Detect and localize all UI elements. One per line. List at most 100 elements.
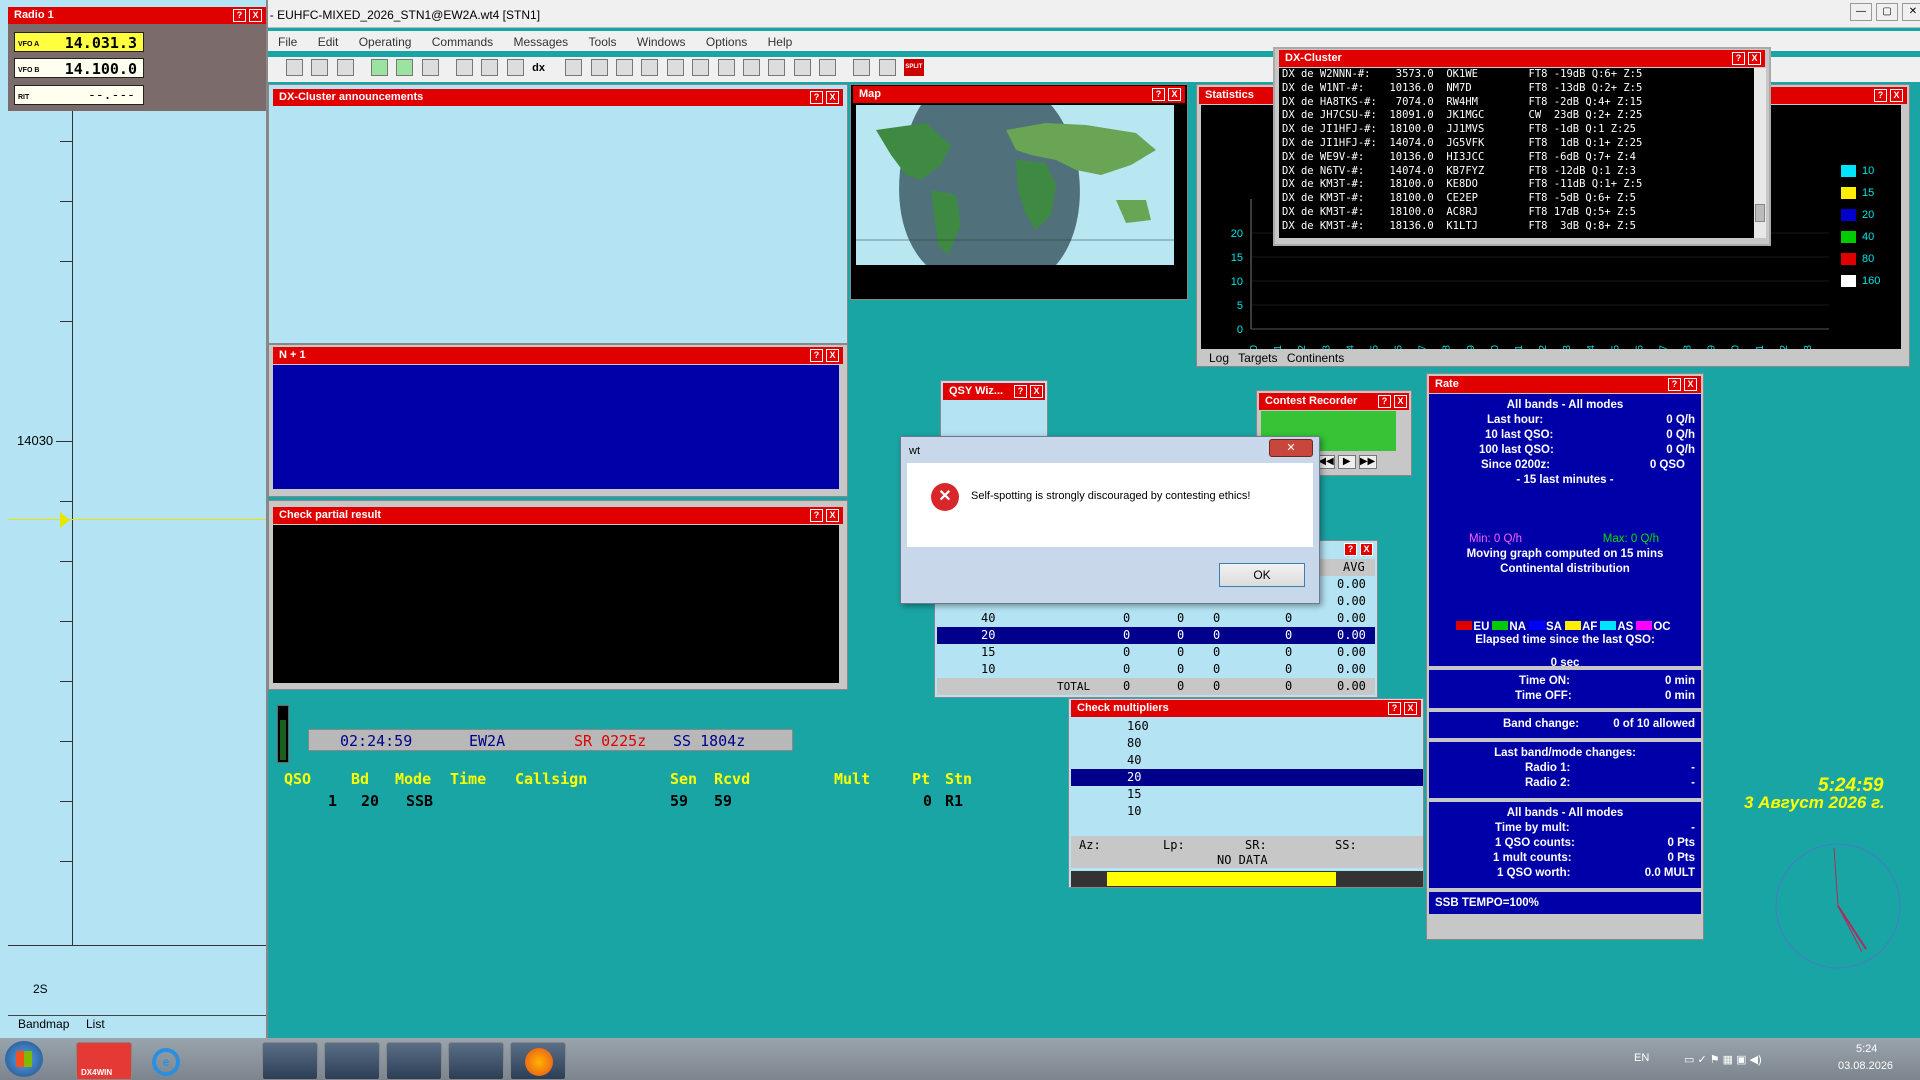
open-folder-icon[interactable] <box>311 59 329 76</box>
dx-cluster-row[interactable]: DX de KM3T-#: 18100.0 CE2EP FT8 -5dB Q:6… <box>1282 192 1754 206</box>
menu-commands[interactable]: Commands <box>432 35 493 49</box>
dx-cluster-list[interactable]: DX de W2NNN-#: 3573.0 OK1WE FT8 -19dB Q:… <box>1279 68 1754 238</box>
close-icon[interactable]: X <box>1030 385 1043 398</box>
close-icon[interactable]: X <box>1360 543 1373 556</box>
monitor-icon[interactable] <box>641 59 659 76</box>
save-icon[interactable] <box>336 59 354 76</box>
dx-cluster-row[interactable]: DX de KM3T-#: 18100.0 AC8RJ FT8 17dB Q:5… <box>1282 206 1754 220</box>
tab-continents[interactable]: Continents <box>1287 351 1344 365</box>
help-icon[interactable]: ? <box>810 349 823 362</box>
bell-icon[interactable] <box>692 59 710 76</box>
menu-windows[interactable]: Windows <box>637 35 686 49</box>
chart-icon[interactable] <box>717 59 735 76</box>
dx-cluster-row[interactable]: DX de N6TV-#: 14074.0 KB7FYZ FT8 -12dB Q… <box>1282 165 1754 179</box>
close-icon[interactable]: X <box>1684 378 1697 391</box>
taskbar-wt1[interactable] <box>262 1042 318 1080</box>
close-icon[interactable]: X <box>1890 89 1903 102</box>
band-table-row[interactable]: 40 0 0 0 0 0.00 <box>937 610 1375 627</box>
mult-band-list[interactable]: 160 80 40 20 15 10 <box>1071 718 1423 820</box>
taskbar-tool-icon[interactable] <box>202 1042 258 1080</box>
rit[interactable]: RIT --.--- <box>14 85 144 105</box>
new-file-icon[interactable] <box>286 59 303 76</box>
tab-bandmap[interactable]: Bandmap <box>18 1017 69 1031</box>
dx-cluster-row[interactable]: DX de W1NT-#: 10136.0 NM7D FT8 -13dB Q:2… <box>1282 82 1754 96</box>
help-icon[interactable]: ? <box>1344 543 1357 556</box>
taskbar-dx4win[interactable]: DX4WIN <box>76 1042 132 1080</box>
clock-icon[interactable] <box>878 59 896 76</box>
minimize-button[interactable]: — <box>1850 3 1872 21</box>
band-table-row[interactable]: 10 0 0 0 0 0.00 <box>937 661 1375 678</box>
arrow-down-icon[interactable] <box>371 59 389 76</box>
close-icon[interactable]: X <box>826 509 839 522</box>
radio-icon[interactable] <box>456 59 474 76</box>
arrow-up-icon[interactable] <box>396 59 414 76</box>
dx-cluster-row[interactable]: DX de KM3T-#: 18136.0 K1LTJ FT8 3dB Q:8+… <box>1282 220 1754 234</box>
grid-icon[interactable] <box>590 59 608 76</box>
check-partial-content[interactable] <box>273 525 839 683</box>
menu-tools[interactable]: Tools <box>589 35 617 49</box>
forward-icon[interactable]: ▶▶ <box>1358 455 1377 469</box>
close-icon[interactable]: X <box>1168 88 1181 101</box>
band-table-row[interactable]: 15 0 0 0 0 0.00 <box>937 644 1375 661</box>
bandmap[interactable]: 14030 <box>8 111 266 946</box>
tray-icons[interactable]: ▭ ✓ ⚑ ▦ ▣ ◀) <box>1684 1053 1762 1066</box>
tab-list[interactable]: List <box>86 1017 105 1031</box>
mult-band-row[interactable]: 20 <box>1071 769 1423 786</box>
tab-log[interactable]: Log <box>1209 351 1229 365</box>
close-icon[interactable]: X <box>1394 395 1407 408</box>
menu-help[interactable]: Help <box>768 35 793 49</box>
close-icon[interactable]: X <box>249 9 262 22</box>
taskbar-firefox[interactable] <box>510 1042 566 1080</box>
help-icon[interactable]: ? <box>1668 378 1681 391</box>
log-grid[interactable]: QSO Bd Mode Time Callsign Sen Rcvd Mult … <box>284 770 1004 814</box>
help-icon[interactable]: ? <box>1732 52 1745 65</box>
nplus1-content[interactable] <box>273 365 839 489</box>
world-map[interactable] <box>856 105 1174 265</box>
dialog-ok-button[interactable]: OK <box>1219 563 1305 587</box>
taskbar-ie-icon[interactable]: e <box>140 1042 196 1080</box>
globe-icon[interactable] <box>768 59 786 76</box>
swap-icon[interactable] <box>421 59 439 76</box>
dx-button[interactable]: dx <box>532 62 554 74</box>
start-button[interactable] <box>5 1041 43 1077</box>
mult-band-row[interactable]: 160 <box>1071 718 1423 735</box>
maximize-button[interactable]: ▢ <box>1876 3 1898 21</box>
gauge-icon[interactable] <box>818 59 836 76</box>
dialog-close-button[interactable]: ✕ <box>1269 439 1313 457</box>
mult-band-row[interactable]: 80 <box>1071 735 1423 752</box>
taskbar-wt2[interactable] <box>324 1042 380 1080</box>
help-icon[interactable]: ? <box>810 91 823 104</box>
vfo-b[interactable]: VFO B 14.100.0 <box>14 58 144 78</box>
mult-band-row[interactable]: 40 <box>1071 752 1423 769</box>
close-icon[interactable]: X <box>826 349 839 362</box>
search-icon[interactable] <box>565 59 583 76</box>
split-button[interactable]: SPLIT <box>903 59 924 76</box>
help-icon[interactable]: ? <box>1874 89 1887 102</box>
scrollbar-thumb[interactable] <box>1755 204 1765 222</box>
help-icon[interactable]: ? <box>1152 88 1165 101</box>
help-icon[interactable]: ? <box>233 9 246 22</box>
taskbar-explorer[interactable] <box>386 1042 442 1080</box>
dx-cluster-row[interactable]: DX de JI1HFJ-#: 14074.0 JG5VFK FT8 1dB Q… <box>1282 137 1754 151</box>
menu-options[interactable]: Options <box>706 35 747 49</box>
screen-icon[interactable] <box>793 59 811 76</box>
tab-targets[interactable]: Targets <box>1238 351 1277 365</box>
book-icon[interactable] <box>853 59 871 76</box>
dx-cluster-row[interactable]: DX de HA8TKS-#: 7074.0 RW4HM FT8 -2dB Q:… <box>1282 96 1754 110</box>
vfo-a[interactable]: VFO A 14.031.3 <box>14 32 144 52</box>
band-table-row[interactable]: 20 0 0 0 0 0.00 <box>937 627 1375 644</box>
dx-cluster-row[interactable]: DX de JH7CSU-#: 18091.0 JK1MGC CW 23dB Q… <box>1282 109 1754 123</box>
help-icon[interactable]: ? <box>1378 395 1391 408</box>
taskbar-time[interactable]: 5:24 <box>1856 1043 1877 1055</box>
log-row[interactable]: 1 20 SSB 59 59 0 R1 <box>284 792 1004 814</box>
dx-cluster-row[interactable]: DX de WE9V-#: 10136.0 HI3JCC FT8 -6dB Q:… <box>1282 151 1754 165</box>
close-icon[interactable]: X <box>826 91 839 104</box>
language-indicator[interactable]: EN <box>1634 1052 1649 1064</box>
play-icon[interactable] <box>506 59 524 76</box>
close-button[interactable]: ✕ <box>1902 3 1920 21</box>
dx-cluster-row[interactable]: DX de JI1HFJ-#: 18100.0 JJ1MVS FT8 -1dB … <box>1282 123 1754 137</box>
mail-icon[interactable] <box>742 59 760 76</box>
dx-cluster-row[interactable]: DX de W2NNN-#: 3573.0 OK1WE FT8 -19dB Q:… <box>1282 68 1754 82</box>
help-icon[interactable]: ? <box>1388 702 1401 715</box>
close-icon[interactable]: X <box>1404 702 1417 715</box>
